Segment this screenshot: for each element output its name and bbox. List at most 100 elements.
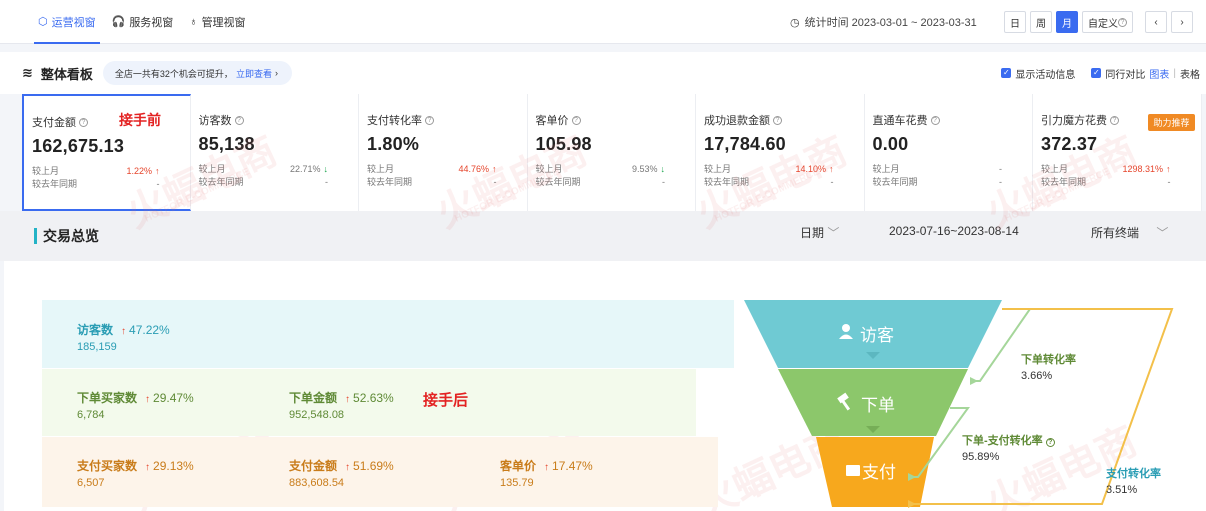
prev-button[interactable]: ‹	[1145, 11, 1167, 33]
mom-value: 1.22%	[126, 166, 152, 176]
pay-buyers-label: 支付买家数	[77, 459, 138, 473]
yoy-value: -	[493, 177, 497, 187]
metric-card[interactable]: 直通车花费? 0.00 较上月 - 较去年同期 -	[865, 94, 1033, 211]
avg-price-value: 135.79	[500, 477, 534, 489]
order-conversion: 下单转化率 3.66%	[1021, 351, 1076, 382]
yoy-label: 较去年同期	[198, 177, 244, 187]
tip-link[interactable]: 立即查看	[236, 67, 272, 80]
visitors-metric: 访客数 ↑ 47.22% 185,159	[77, 321, 170, 353]
metric-value: 17,784.60	[704, 134, 786, 154]
next-button[interactable]: ›	[1171, 11, 1193, 33]
tab-management[interactable]: ♁ 管理视窗	[181, 0, 253, 44]
period-custom-button[interactable]: 自定义 ?	[1082, 11, 1133, 33]
mom-label: 较上月	[367, 164, 395, 174]
pay-buyers-value: 6,507	[77, 477, 105, 489]
metric-card[interactable]: 支付金额? 162,675.13 较上月 1.22% ↑ 较去年同期 - 接手前	[22, 94, 191, 211]
arrow-up-icon: ↑	[155, 166, 160, 176]
yoy-label: 较去年同期	[872, 177, 918, 187]
period-month-button[interactable]: 月	[1056, 11, 1078, 33]
recommend-badge[interactable]: 助力推荐	[1148, 114, 1195, 131]
mom-label: 较上月	[198, 164, 226, 174]
custom-label: 自定义	[1088, 18, 1118, 30]
metric-card[interactable]: 支付转化率? 1.80% 较上月 44.76% ↑ 较去年同期 -	[359, 94, 528, 211]
metric-compare: 较上月 9.53% ↓ 较去年同期 -	[536, 163, 696, 189]
help-icon[interactable]: ?	[79, 117, 88, 127]
pay-amount-change: 51.69%	[353, 459, 394, 473]
metric-label-wrap: 支付金额?	[32, 114, 190, 130]
yoy-value: -	[1167, 177, 1171, 187]
metric-label-wrap: 客单价?	[536, 112, 696, 128]
mom-value: 9.53%	[631, 164, 658, 174]
chevron-right-icon: ›	[274, 68, 278, 78]
peer-compare-label: 同行对比	[1105, 69, 1146, 81]
mom-value: 44.76%	[458, 164, 489, 174]
arrow-up-icon: ↑	[145, 394, 151, 405]
visitors-value: 185,159	[77, 341, 117, 353]
metric-value: 162,675.13	[32, 136, 125, 156]
pay-amount-metric: 支付金额 ↑ 51.69% 883,608.54	[289, 457, 394, 489]
pay-conv-value: 3.51%	[1106, 484, 1138, 496]
pay-conversion: 支付转化率 3.51%	[1106, 465, 1161, 496]
terminal-dropdown[interactable]: 所有终端 ﹀	[1091, 224, 1168, 241]
metric-compare: 较上月 1.22% ↑ 较去年同期 -	[32, 165, 190, 191]
dashboard-title: ≋ 整体看板	[22, 64, 93, 83]
yoy-value: -	[156, 179, 160, 189]
medal-icon: ♁	[189, 15, 198, 28]
help-icon[interactable]: ?	[773, 115, 782, 125]
view-table-toggle[interactable]: 表格	[1180, 66, 1200, 81]
peer-compare-checkbox[interactable]: ✓	[1091, 68, 1102, 78]
trade-overview-title: 交易总览	[43, 228, 99, 244]
tab-service[interactable]: 🎧 服务视窗	[104, 0, 182, 44]
metric-card[interactable]: 客单价? 105.98 较上月 9.53% ↓ 较去年同期 -	[528, 94, 696, 211]
period-week-button[interactable]: 周	[1030, 11, 1052, 33]
metric-card[interactable]: 访客数? 85,138 较上月 22.71% ↓ 较去年同期 -	[191, 94, 359, 211]
date-range[interactable]: 2023-07-16~2023-08-14	[889, 224, 1019, 238]
help-icon[interactable]: ?	[425, 115, 434, 125]
metric-label: 成功退款金额	[704, 115, 770, 127]
show-activity-checkbox[interactable]: ✓	[1001, 68, 1012, 78]
pay-amount-value: 883,608.54	[289, 477, 345, 489]
order-amount-change: 52.63%	[353, 391, 394, 405]
card-icon	[846, 465, 860, 476]
order-amount-metric: 下单金额 ↑ 52.63% 952,548.08	[289, 389, 394, 421]
pay-buyers-change: 29.13%	[153, 459, 194, 473]
dashboard-bar: ≋ 整体看板 全店一共有32个机会可提升， 立即查看 › ✓ 显示活动信息 ✓ …	[0, 52, 1206, 94]
date-dropdown[interactable]: 日期 ﹀	[800, 224, 839, 241]
yoy-label: 较去年同期	[704, 177, 750, 187]
mom-label: 较上月	[1041, 164, 1069, 174]
help-icon[interactable]: ?	[1110, 115, 1119, 125]
date-dropdown-label: 日期	[800, 226, 825, 240]
tab-label: 运营视窗	[51, 16, 96, 29]
yoy-value: -	[830, 177, 834, 187]
help-icon[interactable]: ?	[930, 115, 940, 125]
terminal-label: 所有终端	[1091, 226, 1140, 240]
arrow-up-icon: ↑	[345, 394, 351, 405]
opportunity-tip[interactable]: 全店一共有32个机会可提升， 立即查看 ›	[102, 61, 292, 85]
order-pay-label: 下单-支付转化率	[962, 435, 1043, 447]
annotation-after: 接手后	[423, 392, 469, 409]
metric-card[interactable]: 引力魔方花费? 372.37 较上月 1298.31% ↑ 较去年同期 - 助力推荐	[1033, 94, 1202, 211]
dashboard-options: ✓ 显示活动信息 ✓ 同行对比 图表 | 表格	[1001, 52, 1200, 94]
help-icon: ?	[1118, 17, 1127, 27]
metric-value: 105.98	[535, 134, 592, 154]
arrow-up-icon: ↑	[121, 326, 127, 337]
arrow-up-icon: ↑	[1166, 164, 1171, 174]
visitors-change: 47.22%	[129, 323, 170, 337]
pay-amount-label: 支付金额	[289, 459, 338, 473]
metric-label-wrap: 直通车花费?	[873, 112, 1033, 128]
tab-operations[interactable]: ⬡ 运营视窗	[30, 0, 104, 44]
metric-card[interactable]: 成功退款金额? 17,784.60 较上月 14.10% ↑ 较去年同期 -	[696, 94, 865, 211]
help-icon[interactable]: ?	[234, 115, 244, 125]
metric-label-wrap: 访客数?	[199, 112, 359, 128]
view-chart-toggle[interactable]: 图表	[1149, 66, 1169, 81]
chevron-down-icon: ﹀	[827, 226, 840, 240]
mom-value: -	[999, 164, 1002, 174]
period-day-button[interactable]: 日	[1004, 11, 1026, 33]
order-amount-label: 下单金额	[289, 391, 338, 405]
period-selector: 日 周 月 自定义 ? ‹ ›	[1004, 11, 1193, 33]
help-icon[interactable]: ?	[1045, 438, 1055, 447]
order-buyers-change: 29.47%	[153, 391, 194, 405]
order-conv-value: 3.66%	[1021, 370, 1053, 382]
help-icon[interactable]: ?	[571, 115, 581, 125]
section-accent	[34, 228, 37, 244]
